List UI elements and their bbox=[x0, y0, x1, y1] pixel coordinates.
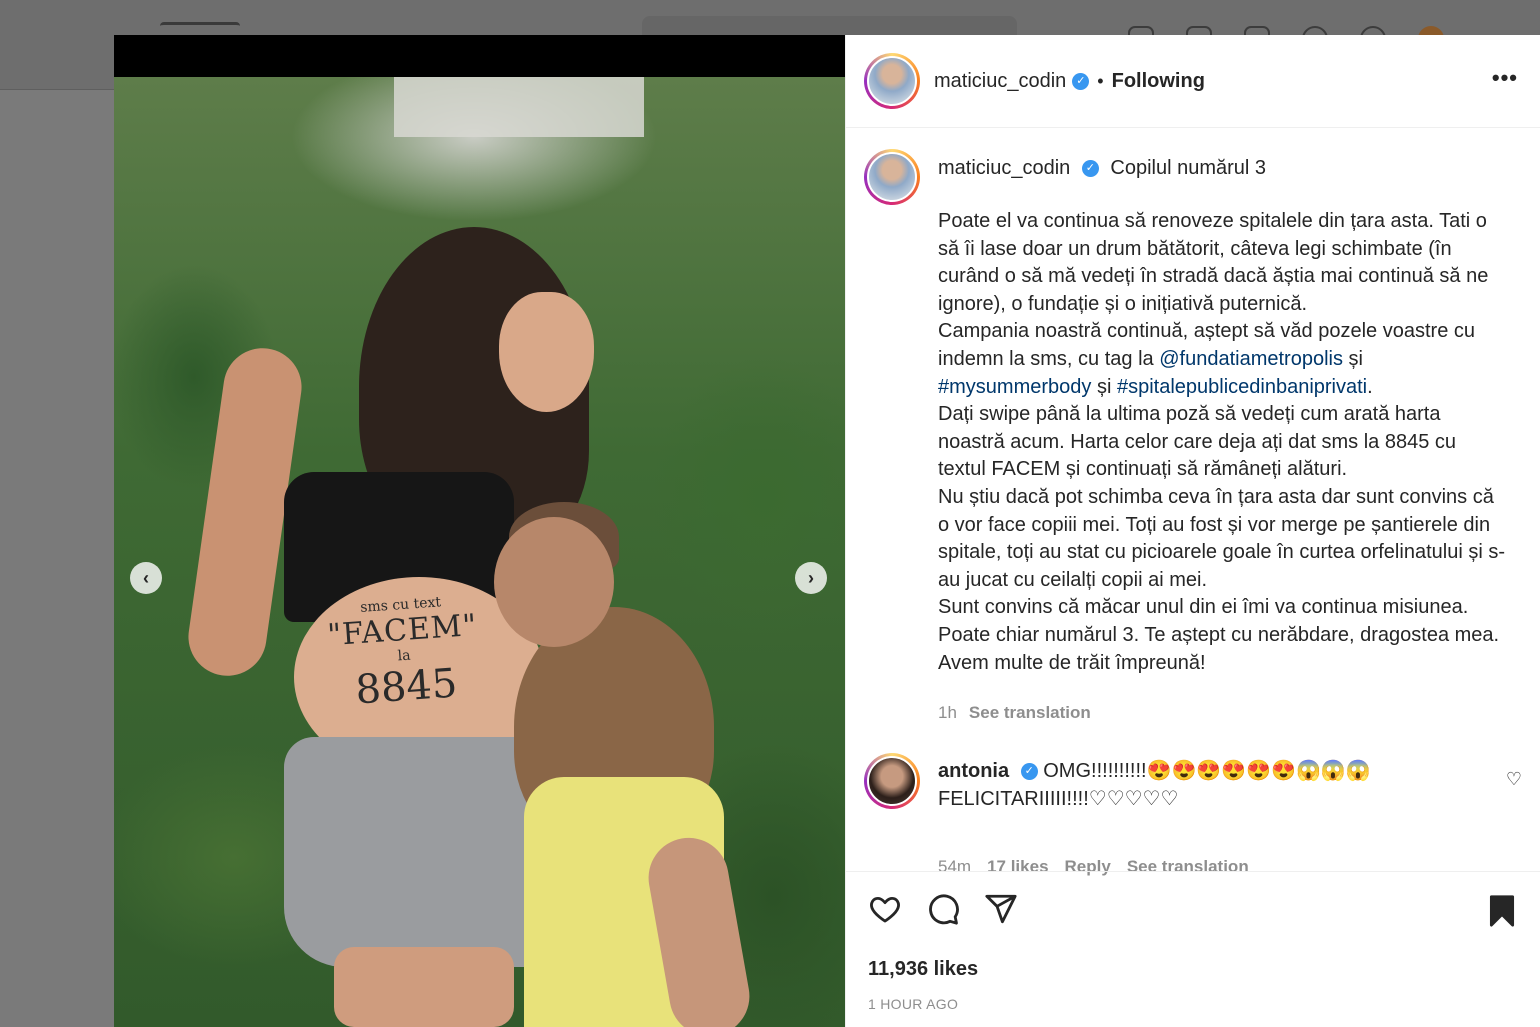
photo-man-head bbox=[494, 517, 614, 647]
photo-face bbox=[499, 292, 594, 412]
commenter-avatar-image bbox=[867, 756, 917, 806]
more-options-icon[interactable]: ••• bbox=[1492, 65, 1518, 91]
caption-title: Copilul numărul 3 bbox=[1110, 157, 1267, 179]
post-media[interactable]: sms cu text "FACEM" la 8845 ‹ › bbox=[114, 35, 845, 1027]
caption-text-segment: și bbox=[1342, 347, 1363, 370]
carousel-prev-button[interactable]: ‹ bbox=[130, 562, 162, 594]
author-avatar-image bbox=[867, 56, 917, 106]
chevron-left-icon: ‹ bbox=[143, 567, 149, 588]
mention-link[interactable]: @fundatiametropolis bbox=[1159, 348, 1343, 370]
caption-paragraph: Sunt convins că măcar unul din ei îmi va… bbox=[938, 596, 1469, 619]
caption-text: Poate el va continua să renoveze spitale… bbox=[938, 208, 1508, 677]
verified-badge-icon: ✓ bbox=[1072, 72, 1090, 90]
caption-paragraph: Poate el va continua să renoveze spitale… bbox=[938, 210, 1489, 315]
post-header: maticiuc_codin ✓ • Following ••• bbox=[846, 35, 1540, 128]
photo-background-wall bbox=[394, 77, 644, 137]
caption-scroll-area[interactable]: maticiuc_codin ✓ Copilul numărul 3 Poate… bbox=[846, 129, 1540, 876]
carousel-next-button[interactable]: › bbox=[795, 562, 827, 594]
header-separator: • bbox=[1097, 70, 1104, 91]
post-modal: sms cu text "FACEM" la 8845 ‹ › maticiuc… bbox=[114, 35, 1540, 1027]
post-sidebar: maticiuc_codin ✓ • Following ••• maticiu… bbox=[845, 35, 1540, 1027]
post-actions: 11,936 likes 1 HOUR AGO bbox=[846, 871, 1540, 1027]
caption-meta: 1h See translation bbox=[938, 703, 1508, 723]
caption-author-avatar-image bbox=[867, 152, 917, 202]
caption-see-translation-button[interactable]: See translation bbox=[969, 703, 1091, 722]
commenter-verified-badge-icon: ✓ bbox=[1020, 763, 1038, 781]
comment-bubble-icon[interactable] bbox=[926, 892, 960, 926]
chevron-right-icon: › bbox=[808, 567, 814, 588]
caption-paragraph: Campania noastră continuă, aștept să văd… bbox=[938, 318, 1508, 401]
post-timestamp: 1 HOUR AGO bbox=[868, 996, 959, 1012]
commenter-username-link[interactable]: antonia bbox=[938, 760, 1009, 782]
author-username-link[interactable]: maticiuc_codin bbox=[934, 70, 1066, 93]
caption-text-segment: și bbox=[1091, 375, 1117, 398]
photo-legs bbox=[334, 947, 514, 1027]
following-button[interactable]: Following bbox=[1112, 70, 1205, 93]
hashtag-link[interactable]: #spitalepublicedinbaniprivati bbox=[1117, 376, 1367, 398]
caption-paragraph: Poate chiar numărul 3. Te aștept cu neră… bbox=[938, 623, 1500, 646]
action-icon-row bbox=[868, 892, 1018, 926]
caption-timestamp: 1h bbox=[938, 703, 957, 723]
caption-verified-badge-icon: ✓ bbox=[1081, 160, 1099, 178]
author-avatar[interactable] bbox=[864, 53, 920, 109]
post-likes-count[interactable]: 11,936 likes bbox=[868, 958, 978, 981]
caption-username-link[interactable]: maticiuc_codin bbox=[938, 157, 1070, 179]
like-heart-icon[interactable] bbox=[868, 892, 902, 926]
hashtag-link[interactable]: #mysummerbody bbox=[938, 376, 1091, 398]
comment-body: antonia ✓ OMG!!!!!!!!!!😍😍😍😍😍😍😱😱😱 FELICIT… bbox=[938, 757, 1498, 813]
save-bookmark-icon[interactable] bbox=[1485, 894, 1519, 928]
caption-paragraph: Dați swipe până la ultima poză să vedeți… bbox=[938, 403, 1457, 481]
caption-text-segment: . bbox=[1367, 375, 1373, 398]
caption: maticiuc_codin ✓ Copilul numărul 3 Poate… bbox=[938, 157, 1508, 723]
caption-author-avatar[interactable] bbox=[864, 149, 920, 205]
post-photo: sms cu text "FACEM" la 8845 bbox=[114, 77, 845, 1027]
caption-heading: maticiuc_codin ✓ Copilul numărul 3 bbox=[938, 157, 1508, 180]
caption-paragraph: Nu știu dacă pot schimba ceva în țara as… bbox=[938, 485, 1505, 591]
belly-writing: sms cu text "FACEM" la 8845 bbox=[320, 592, 487, 716]
comment-like-heart-icon[interactable]: ♡ bbox=[1506, 769, 1522, 790]
share-paper-plane-icon[interactable] bbox=[984, 892, 1018, 926]
commenter-avatar[interactable] bbox=[864, 753, 920, 809]
caption-paragraph: Avem multe de trăit împreună! bbox=[938, 651, 1206, 674]
